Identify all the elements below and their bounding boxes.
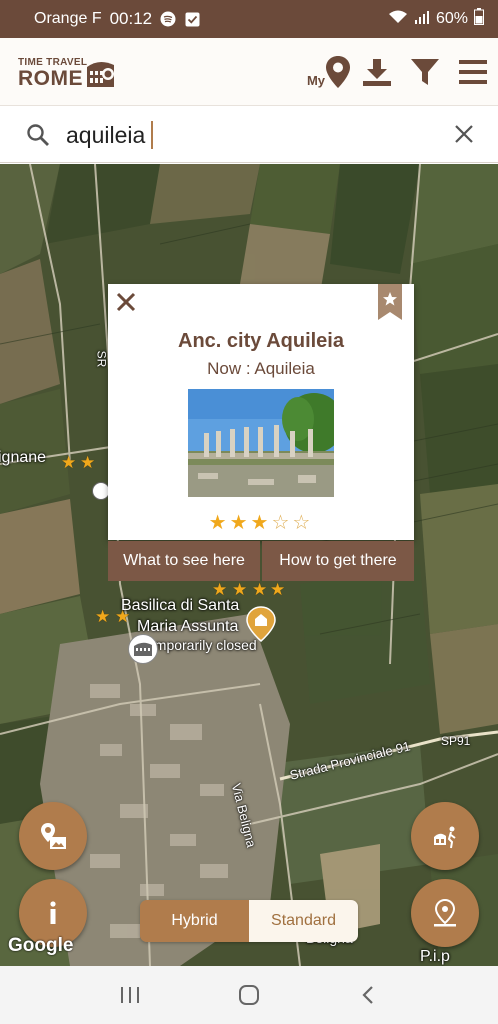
- hybrid-mode-button[interactable]: Hybrid: [140, 900, 249, 942]
- download-icon: [363, 59, 391, 86]
- rating-star-empty: ☆: [271, 512, 293, 534]
- map-label-sp91: SP91: [441, 734, 471, 748]
- my-places-button[interactable]: My: [306, 52, 352, 92]
- location-pin-icon: [434, 898, 456, 927]
- filter-button[interactable]: [408, 52, 442, 92]
- what-to-see-button[interactable]: What to see here: [108, 541, 260, 581]
- info-icon: [50, 901, 56, 924]
- rating-star-empty: ☆: [292, 512, 314, 534]
- colosseum-logo-icon: [87, 61, 114, 87]
- map-photo-button[interactable]: [19, 802, 87, 870]
- map-mode-toggle: Hybrid Standard: [140, 900, 358, 942]
- now-value: Aquileia: [254, 359, 315, 378]
- search-bar: [0, 107, 498, 163]
- map-star: ★: [252, 580, 268, 599]
- basilica-poi-marker[interactable]: [246, 606, 276, 642]
- map-star: ★: [61, 453, 77, 472]
- map-label-pip: P.i.p: [420, 948, 450, 965]
- app-logo[interactable]: TIME TRAVEL ROME: [18, 58, 118, 89]
- recent-apps-icon: [120, 987, 139, 1003]
- system-nav-bar: [0, 966, 498, 1024]
- signal-icon: [414, 10, 430, 29]
- location-pin-icon: [326, 56, 351, 88]
- standard-mode-button[interactable]: Standard: [249, 900, 358, 942]
- popup-now-line: Now : Aquileia: [108, 359, 414, 379]
- battery-percent: 60%: [435, 10, 468, 27]
- bookmark-star-icon[interactable]: [378, 284, 402, 320]
- wifi-icon: [388, 9, 408, 30]
- nearby-sites-button[interactable]: [411, 802, 479, 870]
- recent-apps-button[interactable]: [110, 975, 150, 1015]
- spotify-icon: [160, 11, 176, 27]
- search-input[interactable]: [66, 117, 426, 153]
- status-bar: Orange F 00:12 60%: [0, 0, 498, 38]
- close-popup-icon[interactable]: [114, 290, 138, 314]
- download-button[interactable]: [360, 52, 394, 92]
- popup-actions: What to see here How to get there: [108, 541, 414, 581]
- clock: 00:12: [109, 9, 153, 28]
- popup-title: Anc. city Aquileia: [178, 330, 344, 352]
- rating-star-filled: ★: [229, 512, 251, 534]
- map-star: ★: [270, 580, 286, 599]
- map-label-basilica-line2: Maria Assunta: [137, 618, 239, 635]
- poi-photo[interactable]: [188, 389, 334, 497]
- map-star: ★: [95, 607, 111, 626]
- map-location-photo-icon: [41, 823, 66, 849]
- my-label: My: [306, 72, 326, 88]
- church-pin-icon: [246, 606, 276, 642]
- rating-star-filled: ★: [250, 512, 272, 534]
- ruins-walk-icon: [434, 826, 456, 849]
- rating-star-filled: ★: [208, 512, 230, 534]
- colosseum-icon: [134, 642, 152, 656]
- search-icon: [27, 124, 49, 146]
- poi-popup-card: Anc. city Aquileia Now : Aquileia ★★★☆☆: [108, 284, 414, 540]
- clear-search-icon[interactable]: [454, 124, 474, 144]
- filter-icon: [411, 59, 439, 85]
- back-button[interactable]: [348, 975, 388, 1015]
- text-caret: [151, 121, 153, 149]
- map-label-ignane: ignane: [0, 449, 47, 466]
- colosseum-poi-marker[interactable]: [128, 634, 158, 664]
- map-label-basilica-line1: Basilica di Santa: [121, 597, 240, 614]
- hamburger-menu-icon: [459, 60, 487, 84]
- ancient-columns-image: [188, 389, 334, 497]
- popup-rating: ★★★☆☆: [108, 510, 414, 535]
- checkbox-notification-icon: [184, 11, 200, 27]
- google-attribution: Google: [8, 935, 74, 956]
- home-icon: [238, 985, 259, 1005]
- app-header: TIME TRAVEL ROME My: [0, 38, 498, 106]
- battery-icon: [474, 8, 484, 30]
- home-button[interactable]: [229, 975, 269, 1015]
- back-chevron-icon: [362, 986, 374, 1004]
- carrier-name: Orange F: [34, 10, 102, 27]
- my-location-button[interactable]: [411, 879, 479, 947]
- now-prefix: Now :: [207, 359, 251, 378]
- menu-button[interactable]: [456, 52, 490, 92]
- map-label-sr: SR: [94, 350, 109, 368]
- how-to-get-there-button[interactable]: How to get there: [262, 541, 414, 581]
- map-star: ★: [80, 453, 96, 472]
